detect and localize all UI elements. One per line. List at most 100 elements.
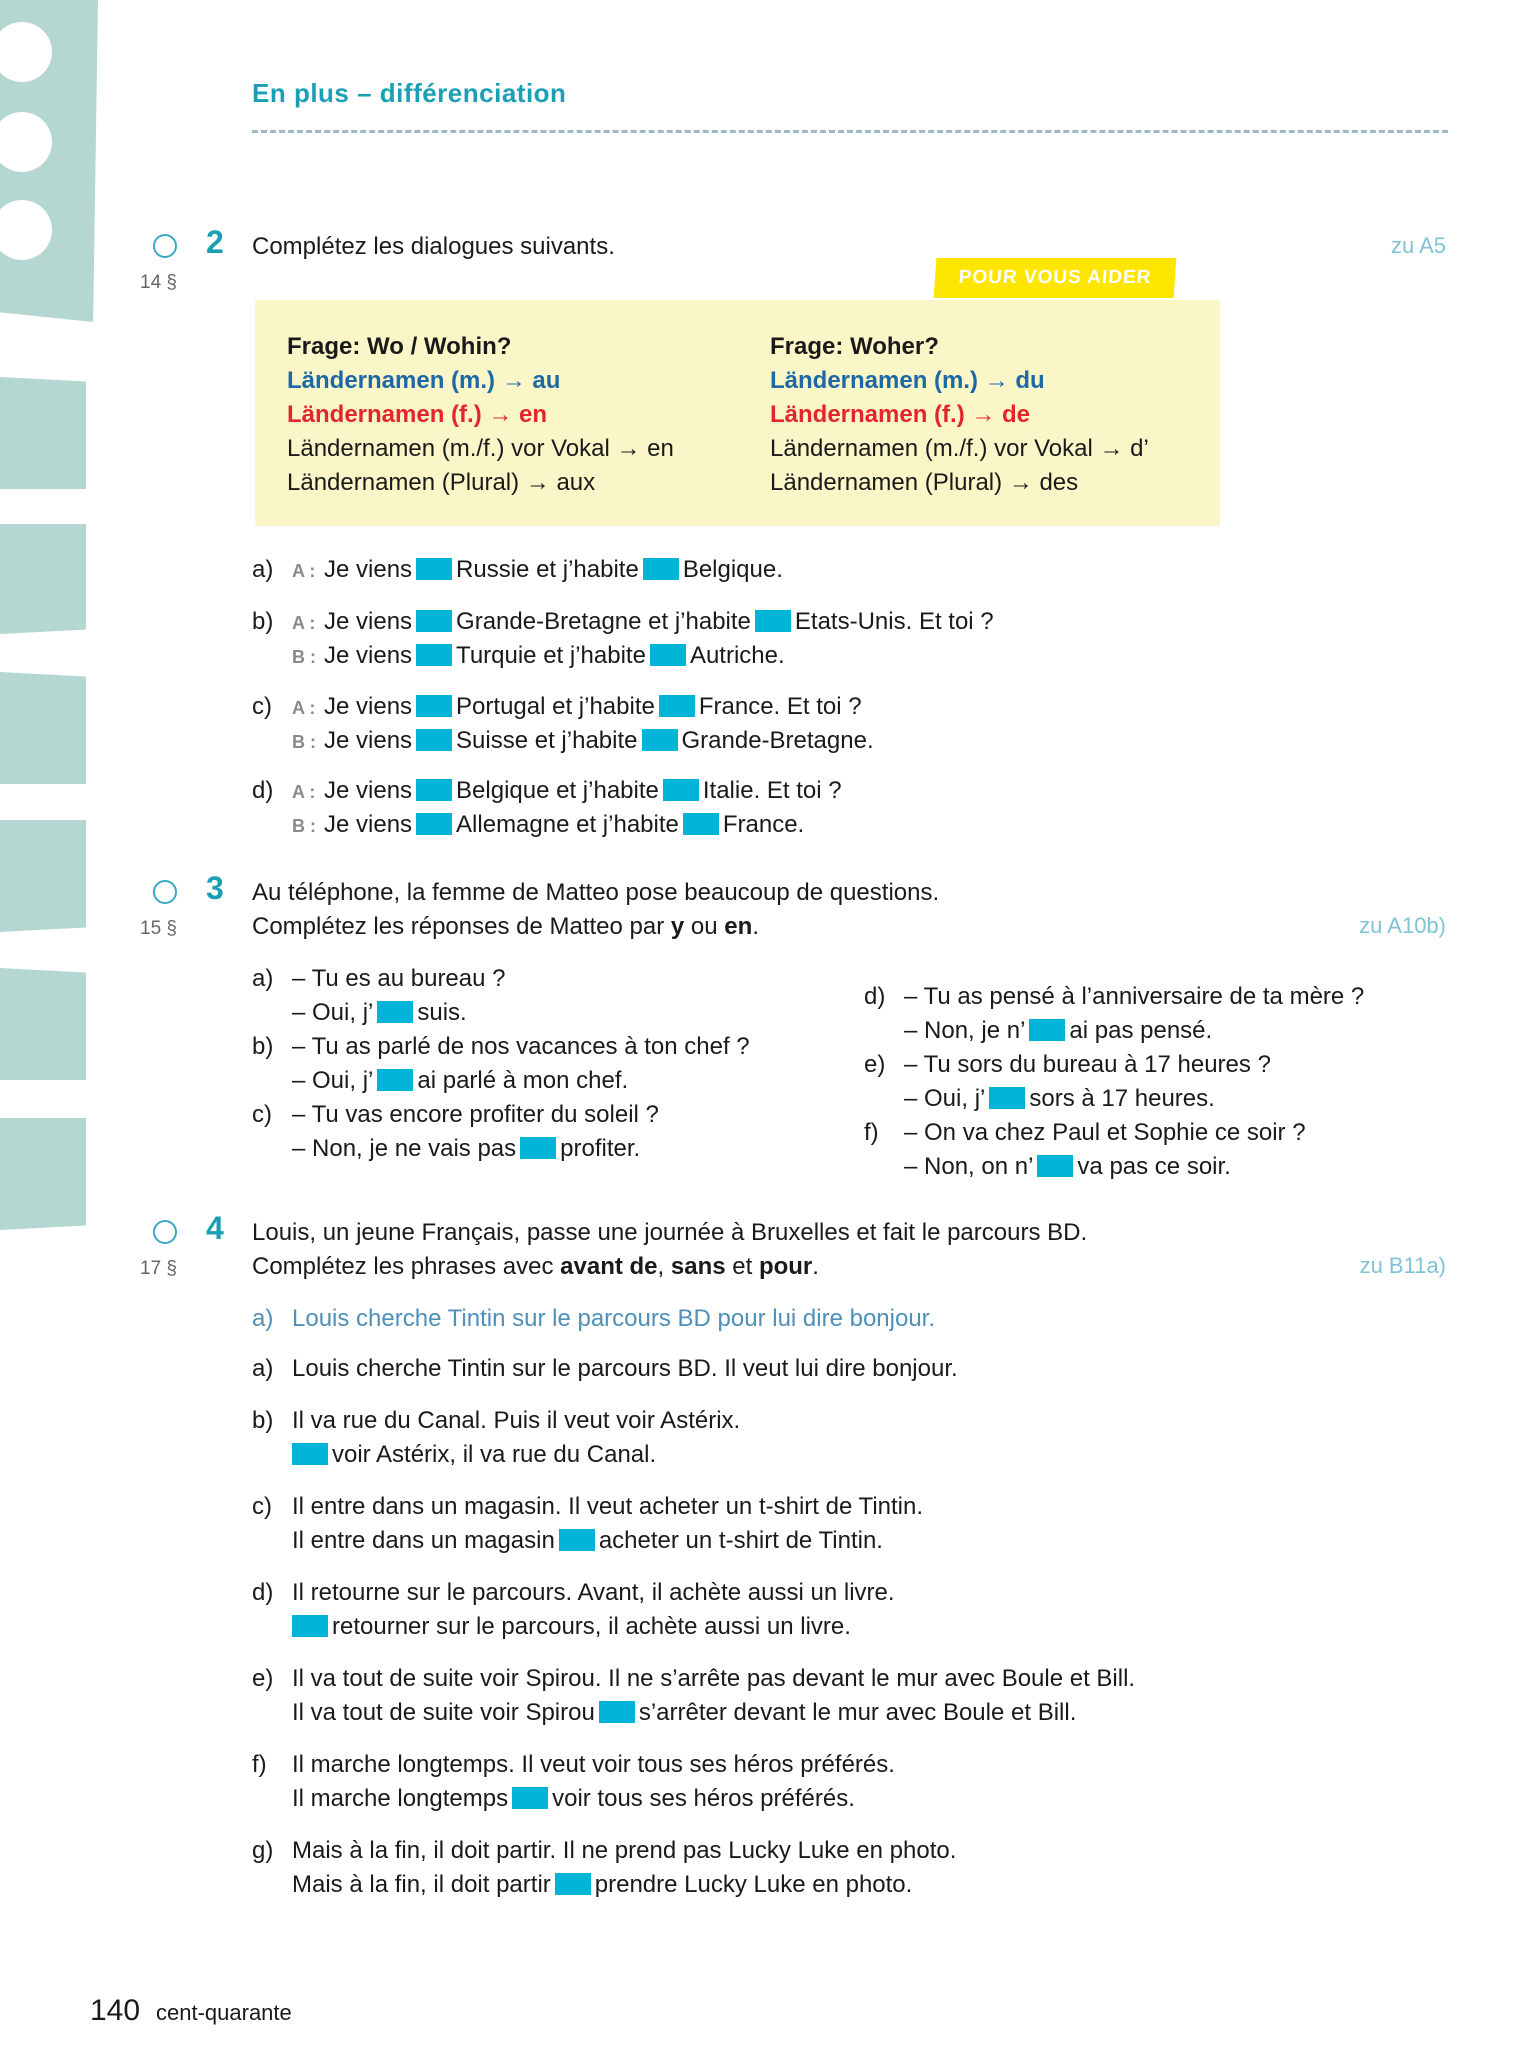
answer: – Non, je n’ (904, 1017, 1026, 1044)
blank-gap[interactable] (292, 1443, 328, 1465)
speaker: B : (292, 647, 316, 667)
checkbox-circle[interactable] (153, 1220, 177, 1244)
blank-gap[interactable] (658, 695, 695, 717)
help-column-right: Frage: Woher? Ländernamen (m.) → du Länd… (770, 330, 1149, 500)
section-title: En plus – différenciation (252, 78, 567, 108)
text: ou (690, 913, 718, 940)
text: Turquie et j’habite (456, 642, 646, 669)
side-tab (0, 672, 86, 784)
paragraph-ref: 14 § (140, 272, 177, 293)
item-label: b) (252, 1407, 274, 1434)
paragraph-ref: 17 § (140, 1258, 177, 1279)
help-tag: POUR VOUS AIDER (933, 258, 1177, 298)
sentence-line: Mais à la fin, il doit partir prendre Luc… (252, 1868, 912, 1902)
sentence-line: g) Mais à la fin, il doit partir. Il ne p… (252, 1834, 956, 1868)
blank-gap[interactable] (416, 644, 453, 666)
speaker: B : (292, 816, 316, 836)
speaker: B : (292, 732, 316, 752)
blank-gap[interactable] (416, 610, 453, 632)
blank-gap[interactable] (682, 813, 719, 835)
sentence: acheter un t-shirt de Tintin. (598, 1527, 883, 1554)
answer: – Non, je ne vais pas (292, 1135, 517, 1162)
sentence: Mais à la fin, il doit partir. Il ne pre… (292, 1837, 957, 1864)
text: Etats-Unis. Et toi ? (794, 608, 994, 635)
exercise-reference: zu A10b) (1359, 913, 1446, 938)
blank-gap[interactable] (416, 558, 453, 580)
item-label: a) (252, 965, 274, 992)
answer: – Oui, j’ (292, 999, 374, 1026)
exercise-instruction: Au téléphone, la femme de Matteo pose be… (252, 879, 940, 906)
dialogue-line: c) A : Je viens Portugal et j’habite France.… (252, 690, 862, 725)
text: Suisse et j’habite (456, 727, 638, 754)
question: – On va chez Paul et Sophie ce soir ? (904, 1119, 1306, 1146)
qa-line: e) – Tu sors du bureau à 17 heures ? (864, 1048, 1271, 1082)
blank-gap[interactable] (989, 1087, 1026, 1109)
qa-line: d) – Tu as pensé à l’anniversaire de ta m… (864, 980, 1364, 1014)
blank-gap[interactable] (377, 1001, 414, 1023)
blank-gap[interactable] (649, 644, 686, 666)
sentence: Il va tout de suite voir Spirou (292, 1699, 595, 1726)
blank-gap[interactable] (662, 779, 699, 801)
item-label: b) (252, 1033, 274, 1060)
sentence-line: voir Astérix, il va rue du Canal. (252, 1438, 656, 1472)
help-rule-plural: Ländernamen (Plural) → aux (287, 469, 596, 496)
blank-gap[interactable] (520, 1137, 557, 1159)
sentence-line: b) Il va rue du Canal. Puis il veut voir … (252, 1404, 740, 1438)
blank-gap[interactable] (558, 1529, 595, 1551)
paragraph-ref: 15 § (140, 918, 177, 939)
qa-line: – Oui, j’ ai parlé à mon chef. (252, 1064, 628, 1098)
blank-gap[interactable] (1037, 1155, 1074, 1177)
question: – Tu as parlé de nos vacances à ton chef… (292, 1033, 750, 1060)
blank-gap[interactable] (416, 729, 453, 751)
text: . (812, 1253, 819, 1280)
blank-gap[interactable] (416, 695, 453, 717)
blank-gap[interactable] (377, 1069, 414, 1091)
sentence: Il entre dans un magasin (292, 1527, 555, 1554)
blank-gap[interactable] (642, 558, 679, 580)
text: Je viens (324, 727, 413, 754)
sentence: s’arrêter devant le mur avec Boule et Bi… (638, 1699, 1077, 1726)
answer: ai pas pensé. (1069, 1017, 1213, 1044)
blank-gap[interactable] (292, 1615, 328, 1637)
exercise-instruction: Complétez les phrases avec avant de, san… (252, 1250, 819, 1284)
qa-line: b) – Tu as parlé de nos vacances à ton ch… (252, 1030, 750, 1064)
sentence: Il marche longtemps. Il veut voir tous s… (292, 1751, 895, 1778)
exercise-number: 3 (206, 870, 224, 906)
item-label: c) (252, 1101, 272, 1128)
dialogue-line: d) A : Je viens Belgique et j’habite Italie.… (252, 774, 842, 809)
item-label: e) (864, 1051, 886, 1078)
sentence-line: a) Louis cherche Tintin sur le parcours B… (252, 1352, 958, 1386)
checkbox-circle[interactable] (153, 880, 177, 904)
text: Je viens (324, 811, 413, 838)
help-rule-vowel: Ländernamen (m./f.) vor Vokal → d’ (770, 435, 1149, 462)
qa-line: – Non, je ne vais pas profiter. (252, 1132, 640, 1166)
question: – Tu sors du bureau à 17 heures ? (904, 1051, 1271, 1078)
sentence-line: e) Il va tout de suite voir Spirou. Il ne… (252, 1662, 1135, 1696)
side-tab (0, 820, 86, 932)
text: Je viens (324, 556, 413, 583)
blank-gap[interactable] (598, 1701, 635, 1723)
exercise-instruction: Complétez les dialogues suivants. (252, 233, 615, 260)
sentence: Il entre dans un magasin. Il veut achete… (292, 1493, 924, 1520)
help-heading: Frage: Woher? (770, 333, 939, 360)
blank-gap[interactable] (416, 813, 453, 835)
sentence-line: f) Il marche longtemps. Il veut voir tous… (252, 1748, 895, 1782)
help-rule-plural: Ländernamen (Plural) → des (770, 469, 1079, 496)
blank-gap[interactable] (512, 1787, 549, 1809)
item-label: d) (252, 777, 274, 804)
sentence-line: Il entre dans un magasin acheter un t-shi… (252, 1524, 883, 1558)
question: – Tu es au bureau ? (292, 965, 506, 992)
blank-gap[interactable] (554, 1873, 591, 1895)
side-tab (0, 1118, 86, 1230)
blank-gap[interactable] (641, 729, 678, 751)
qa-line: f) – On va chez Paul et Sophie ce soir ? (864, 1116, 1306, 1150)
checkbox-circle[interactable] (153, 234, 177, 258)
text: Russie et j’habite (456, 556, 639, 583)
speaker: A : (292, 782, 316, 802)
dashed-divider (252, 130, 1448, 133)
blank-gap[interactable] (1029, 1019, 1066, 1041)
text: Je viens (324, 608, 413, 635)
blank-gap[interactable] (754, 610, 791, 632)
blank-gap[interactable] (416, 779, 453, 801)
text: , (657, 1253, 665, 1280)
